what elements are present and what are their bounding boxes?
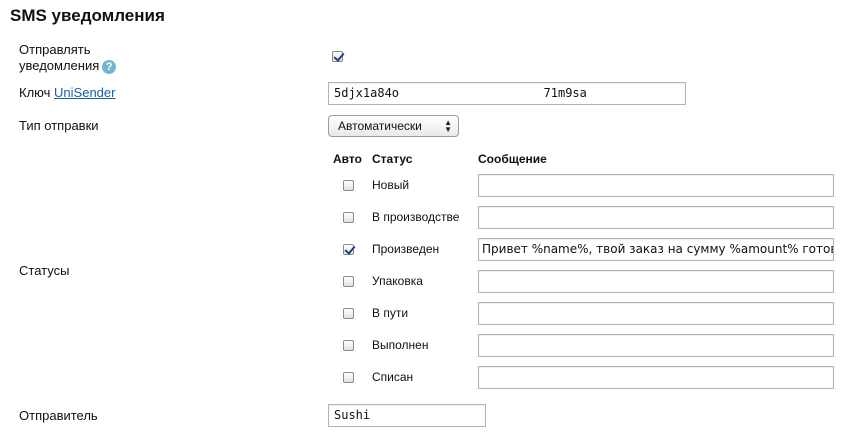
status-name-written-off: Списан <box>372 370 414 384</box>
status-auto-checkbox-new[interactable] <box>343 180 354 191</box>
status-name-in-transit: В пути <box>372 306 409 320</box>
key-label: Ключ UniSender <box>19 85 115 101</box>
column-header-status: Статус <box>372 152 413 166</box>
status-name-in-production: В производстве <box>372 210 460 224</box>
send-type-label: Тип отправки <box>19 118 99 133</box>
status-auto-checkbox-completed[interactable] <box>343 340 354 351</box>
status-auto-checkbox-packing[interactable] <box>343 276 354 287</box>
status-auto-checkbox-written-off[interactable] <box>343 372 354 383</box>
send-type-select[interactable]: Автоматически ▲ ▼ <box>328 115 459 137</box>
unisender-link[interactable]: UniSender <box>54 85 115 100</box>
status-message-input-produced[interactable]: Привет %name%, твой заказ на сумму %amou… <box>478 238 834 261</box>
send-notifications-label-line1: Отправлять <box>19 42 91 57</box>
key-input[interactable]: 5djx1a84o 71m9sa <box>328 82 686 105</box>
status-name-new: Новый <box>372 178 410 192</box>
help-icon[interactable]: ? <box>102 59 117 74</box>
select-arrows-icon: ▲ ▼ <box>444 118 452 134</box>
page-title: SMS уведомления <box>10 6 165 25</box>
send-notifications-label-line2: уведомления <box>19 58 100 73</box>
status-auto-checkbox-in-production[interactable] <box>343 212 354 223</box>
send-type-selected: Автоматически <box>338 119 422 133</box>
status-auto-checkbox-produced[interactable] <box>343 244 354 255</box>
status-message-input-in-production[interactable] <box>478 206 834 229</box>
status-name-produced: Произведен <box>372 242 440 256</box>
key-label-prefix: Ключ <box>19 85 51 100</box>
status-message-input-in-transit[interactable] <box>478 302 834 325</box>
status-message-input-completed[interactable] <box>478 334 834 357</box>
status-message-input-written-off[interactable] <box>478 366 834 389</box>
column-header-auto: Авто <box>333 152 362 166</box>
send-notifications-checkbox[interactable] <box>332 51 343 62</box>
statuses-label: Статусы <box>19 263 70 278</box>
status-message-input-new[interactable] <box>478 174 834 197</box>
sender-label: Отправитель <box>19 408 98 423</box>
status-name-packing: Упаковка <box>372 274 423 288</box>
status-message-input-packing[interactable] <box>478 270 834 293</box>
send-notifications-label: Отправлять уведомления? <box>19 42 117 74</box>
status-auto-checkbox-in-transit[interactable] <box>343 308 354 319</box>
sender-input[interactable]: Sushi <box>328 404 486 427</box>
status-name-completed: Выполнен <box>372 338 429 352</box>
column-header-message: Сообщение <box>478 152 547 166</box>
